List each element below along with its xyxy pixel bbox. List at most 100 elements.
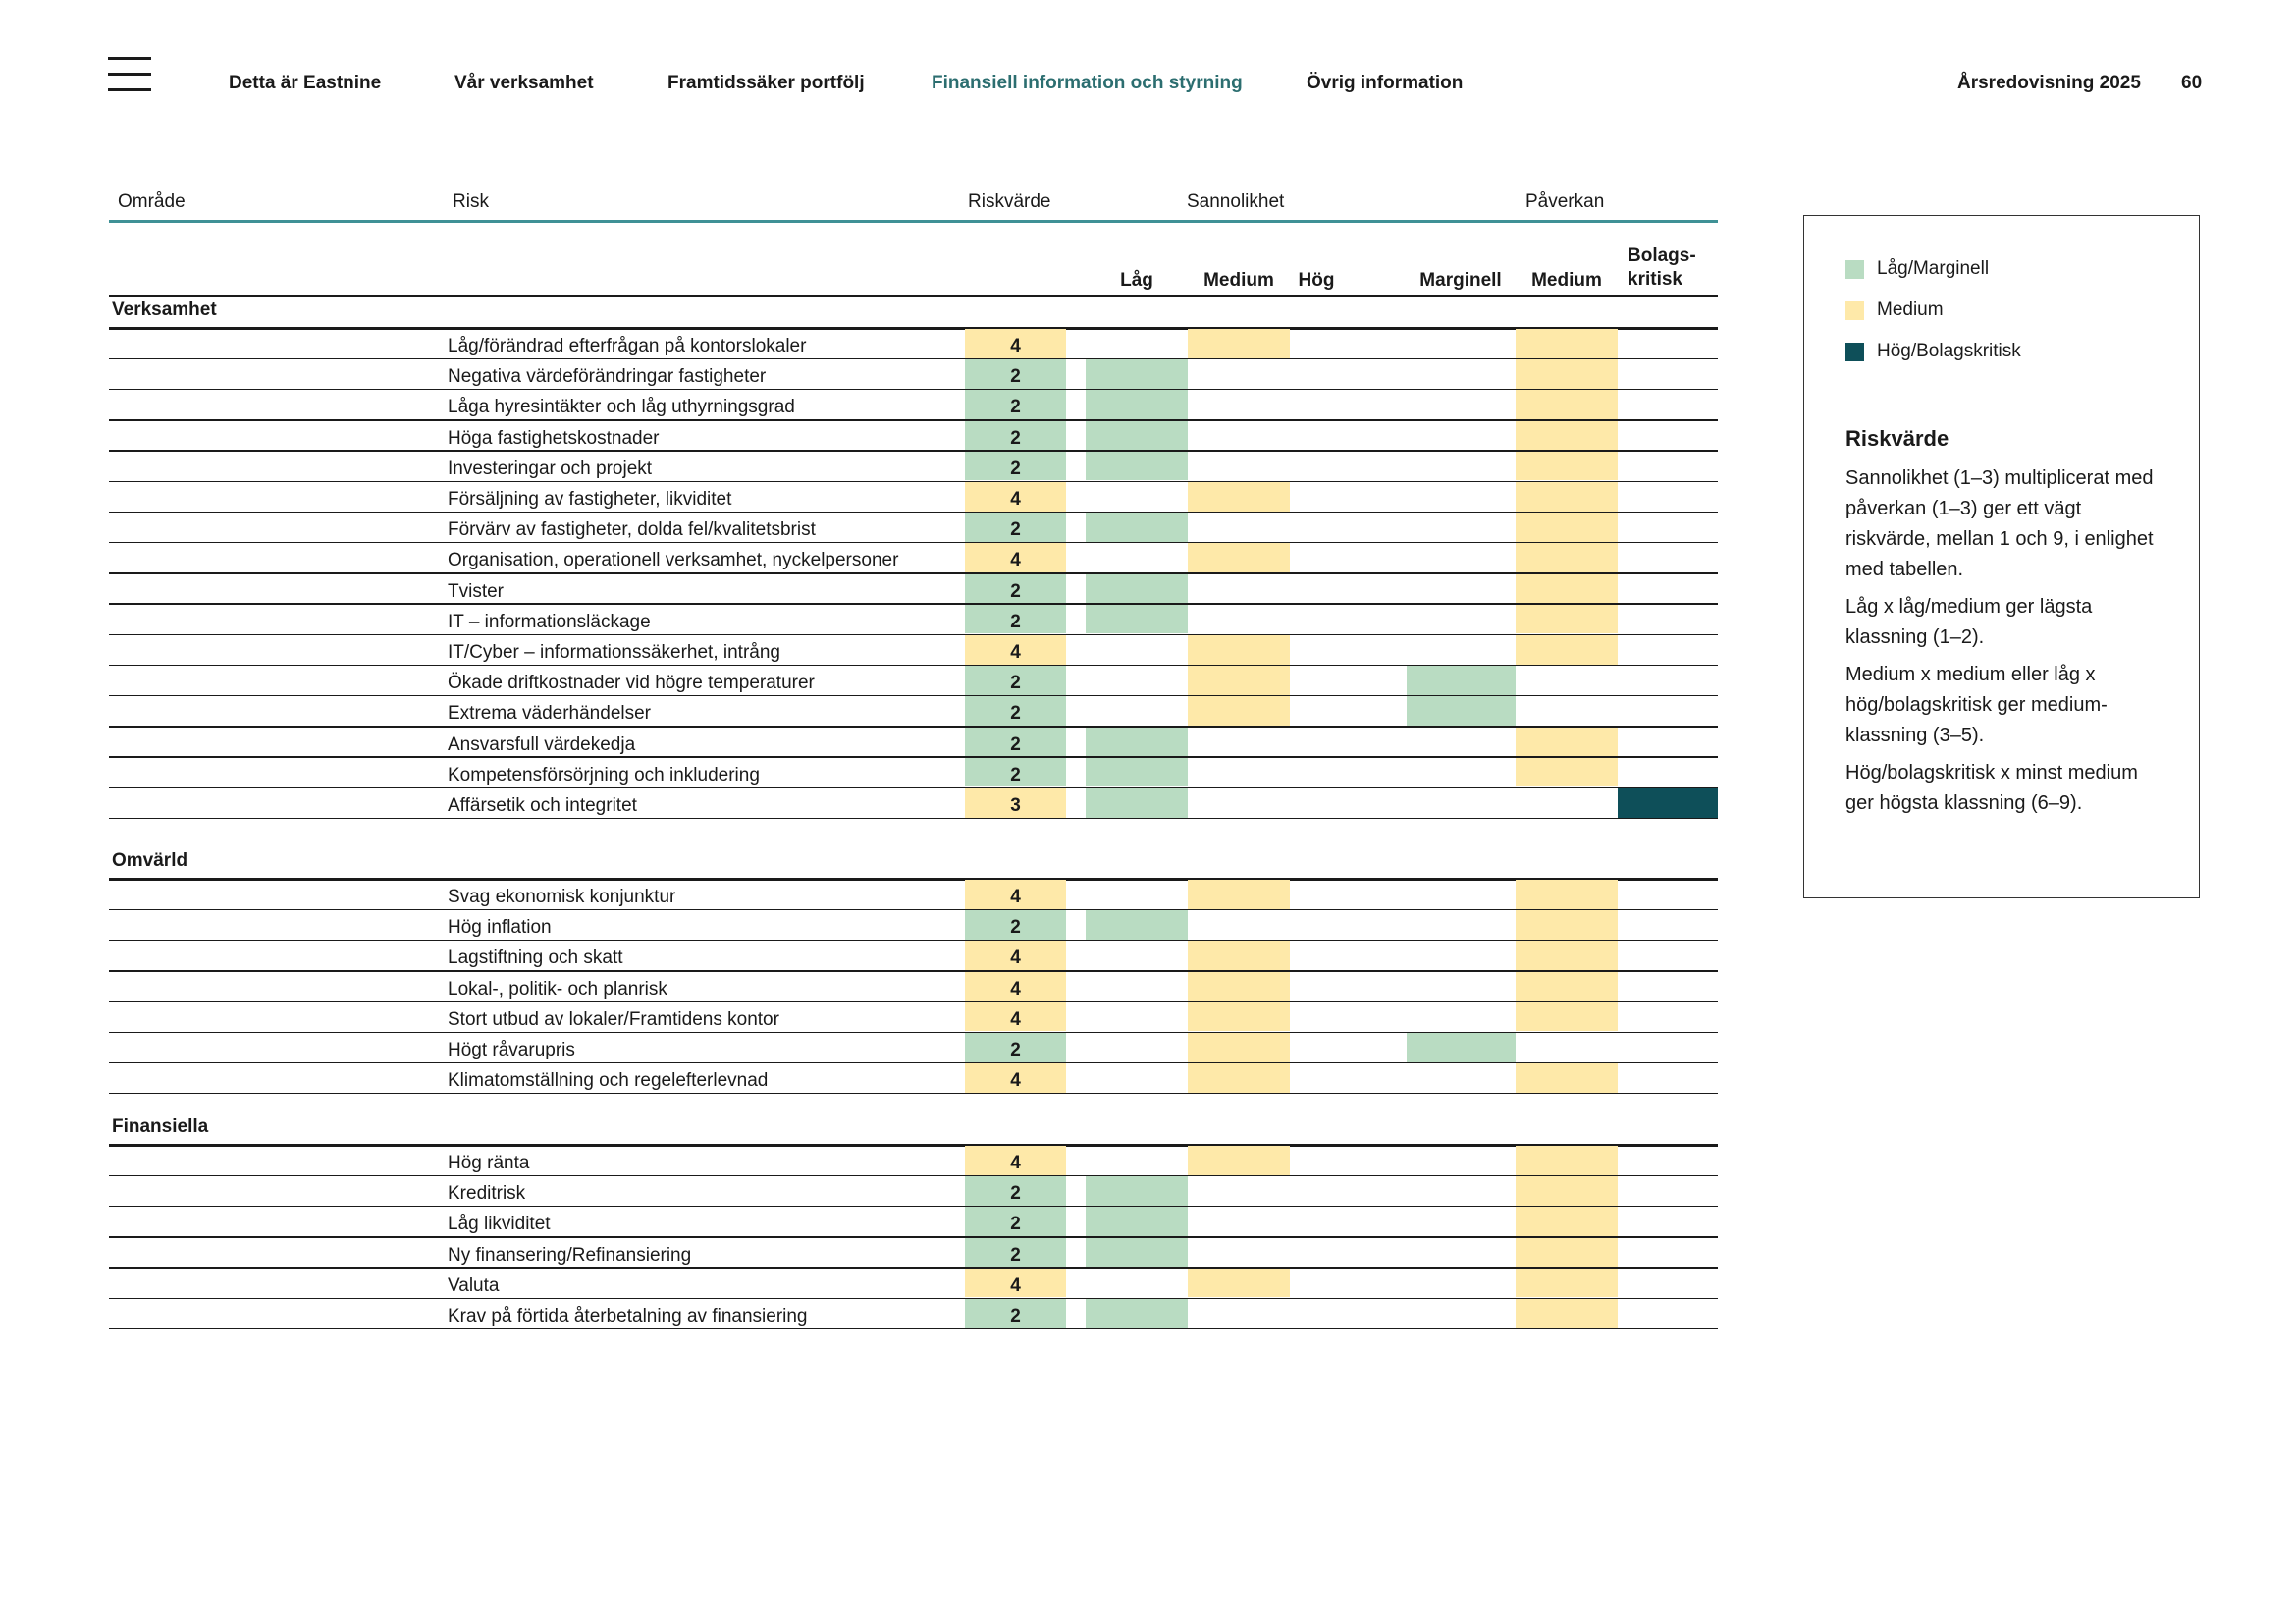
impact-cell	[1516, 420, 1618, 451]
table-row-rule	[109, 1061, 1718, 1064]
likelihood-cell	[1086, 1176, 1188, 1206]
likelihood-cell	[1188, 1063, 1290, 1093]
risk-value: 4	[1010, 947, 1021, 969]
impact-cell	[1516, 390, 1618, 420]
impact-cell	[1516, 573, 1618, 604]
impact-cell	[1516, 880, 1618, 909]
column-header-area: Område	[118, 191, 186, 212]
impact-cell	[1516, 482, 1618, 512]
risk-label: Negativa värdeförändringar fastigheter	[448, 366, 767, 388]
risk-value: 4	[1010, 550, 1021, 571]
table-row-rule	[109, 908, 1718, 911]
impact-cell	[1516, 543, 1618, 573]
risk-label: Hög ränta	[448, 1153, 530, 1173]
risk-value: 4	[1010, 642, 1021, 663]
table-row-rule	[109, 511, 1718, 514]
table-row-rule	[109, 388, 1718, 391]
risk-value: 2	[1010, 733, 1021, 755]
risk-value: 4	[1010, 978, 1021, 1000]
legend-swatch-low	[1845, 260, 1864, 279]
impact-cell	[1516, 727, 1618, 757]
likelihood-cell	[1188, 543, 1290, 573]
risk-label: IT/Cyber – informationssäkerhet, intrång	[448, 642, 780, 663]
risk-label: Höga fastighetskostnader	[448, 427, 660, 449]
table-row-rule	[109, 480, 1718, 482]
risk-label: Hög inflation	[448, 917, 552, 939]
risk-value: 2	[1010, 917, 1021, 939]
likelihood-cell	[1188, 482, 1290, 512]
impact-cell	[1516, 971, 1618, 1001]
risk-value: 2	[1010, 580, 1021, 602]
section-title: Finansiella	[112, 1116, 209, 1137]
table-row-rule	[109, 541, 1718, 544]
table-row-rule	[109, 786, 1718, 788]
risk-label: Förvärv av fastigheter, dolda fel/kvalit…	[448, 519, 816, 541]
risk-value: 2	[1010, 397, 1021, 418]
likelihood-low-header: Låg	[1120, 270, 1153, 291]
impact-cell	[1516, 1063, 1618, 1093]
impact-cell	[1516, 1001, 1618, 1032]
likelihood-cell	[1188, 941, 1290, 971]
likelihood-high-header: Hög	[1298, 270, 1335, 291]
risk-label: Valuta	[448, 1274, 500, 1296]
impact-cell	[1516, 635, 1618, 665]
risk-value: 2	[1010, 764, 1021, 785]
impact-cell	[1516, 910, 1618, 940]
table-row-rule	[109, 939, 1718, 942]
table-row-rule	[109, 357, 1718, 360]
risk-label: Lokal-, politik- och planrisk	[448, 978, 667, 1000]
impact-cell	[1516, 1268, 1618, 1298]
header-rule	[109, 220, 1718, 223]
risk-label: Försäljning av fastigheter, likviditet	[448, 489, 732, 510]
legend-label-high: Hög/Bolagskritisk	[1877, 341, 2021, 361]
likelihood-cell	[1188, 635, 1290, 665]
column-header-impact: Påverkan	[1525, 191, 1605, 212]
likelihood-cell	[1086, 604, 1188, 634]
risk-value: 4	[1010, 1274, 1021, 1296]
legend-paragraph-2: Låg x låg/medium ger lägsta klassning (1…	[1845, 596, 2093, 648]
likelihood-cell	[1188, 880, 1290, 909]
section-rule	[109, 878, 1718, 881]
impact-marginal-header: Marginell	[1419, 270, 1502, 291]
likelihood-cell	[1188, 971, 1290, 1001]
risk-value: 4	[1010, 1008, 1021, 1030]
section-title: Omvärld	[112, 850, 188, 871]
likelihood-cell	[1086, 1237, 1188, 1268]
table-row-rule	[109, 1236, 1718, 1238]
table-row-rule	[109, 756, 1718, 758]
likelihood-cell	[1188, 666, 1290, 695]
impact-cell	[1407, 696, 1516, 727]
impact-cell	[1516, 941, 1618, 971]
likelihood-cell	[1086, 359, 1188, 389]
risk-label: Ny finansering/Refinansiering	[448, 1244, 692, 1266]
risk-value: 2	[1010, 519, 1021, 541]
legend-heading: Riskvärde	[1845, 426, 1949, 451]
risk-label: Svag ekonomisk konjunktur	[448, 887, 676, 907]
impact-cell	[1516, 513, 1618, 542]
risk-label: Låga hyresintäkter och låg uthyrningsgra…	[448, 397, 795, 418]
risk-value: 4	[1010, 336, 1021, 356]
table-row-rule	[109, 1267, 1718, 1269]
risk-value: 4	[1010, 489, 1021, 510]
impact-cell	[1516, 757, 1618, 787]
likelihood-cell	[1188, 1001, 1290, 1032]
legend-swatch-high	[1845, 343, 1864, 361]
risk-value: 4	[1010, 1070, 1021, 1092]
table-row-rule	[109, 572, 1718, 574]
column-header-likelihood: Sannolikhet	[1187, 191, 1285, 212]
risk-label: Kreditrisk	[448, 1183, 526, 1205]
risk-value: 2	[1010, 1214, 1021, 1235]
legend-label-low: Låg/Marginell	[1877, 258, 1990, 279]
risk-label: Tvister	[448, 580, 504, 602]
risk-value: 2	[1010, 458, 1021, 479]
risk-label: Lagstiftning och skatt	[448, 947, 623, 969]
page-number: 60	[2181, 73, 2203, 93]
legend-label-medium: Medium	[1877, 299, 1944, 320]
legend-swatch-medium	[1845, 301, 1864, 320]
impact-cell	[1516, 1237, 1618, 1268]
legend-paragraph-4: Hög/bolagskritisk x minst medium ger hög…	[1845, 762, 2138, 814]
likelihood-cell	[1188, 1146, 1290, 1175]
impact-cell	[1516, 1207, 1618, 1237]
table-row-rule	[109, 817, 1718, 820]
legend-paragraph-1: Sannolikhet (1–3) multiplicerat med påve…	[1845, 467, 2154, 580]
